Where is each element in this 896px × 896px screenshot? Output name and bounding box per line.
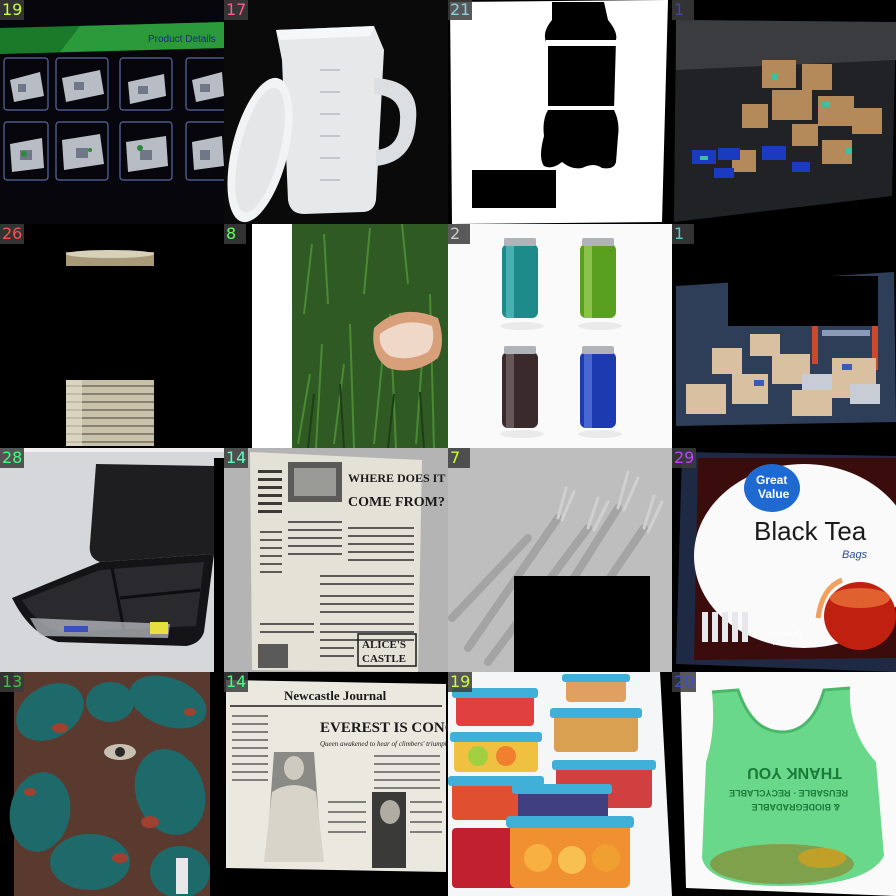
tin-can-image [0,224,224,448]
masthead: Newcastle Journal [284,688,387,703]
tile-number: 28 [0,448,25,468]
face-behind-leaves-image [0,672,224,896]
subheadline: Queen awakened to hear of climbers' triu… [320,740,448,748]
tile-number: 14 [224,672,249,692]
tile-cardboard-boxes[interactable]: 1 [672,0,896,224]
bag-text-3: & BIODEGRADABLE [751,802,840,812]
tile-number: 17 [224,0,249,20]
metal-cans-image [448,224,672,448]
tile-number: 2 [448,224,470,244]
clamshell-containers-image: Product Details [0,0,224,224]
plastic-forks-image [448,448,672,672]
headline: EVEREST IS CONQUERED [320,720,448,736]
old-newspaper-image: Newcastle Journal EVEREST IS CONQUERED Q… [224,672,448,896]
bottle-icon [448,0,672,224]
tile-number: 1 [672,0,694,20]
tile-number: 20 [672,672,697,692]
tile-number: 14 [224,448,249,468]
tile-tea-box[interactable]: Great Value Black Tea Bags Individually … [672,448,896,672]
tile-face-behind-leaves[interactable]: 13 [0,672,224,896]
tile-number: 1 [672,224,694,244]
green-bag-image: THANK YOU REUSABLE · RECYCLABLE & BIODEG… [672,672,896,896]
tile-newspaper[interactable]: WHERE DOES IT COME FROM? ALICE'S CASTLE … [224,448,448,672]
tea-note: Individually [768,631,803,638]
banner-text: Product Details [148,34,216,45]
tile-number: 19 [448,672,473,692]
tile-number: 19 [0,0,25,20]
tea-note-2: Wrapped [772,640,802,647]
tea-brand: Great [756,473,787,487]
tile-number: 7 [448,448,470,468]
tile-number: 21 [448,0,473,20]
tile-foam-takeout-box[interactable]: 28 [0,448,224,672]
tea-product-sub: Bags [842,549,868,561]
bag-text: THANK YOU [747,764,842,781]
tile-metal-cans[interactable]: 2 [448,224,672,448]
tea-brand-2: Value [758,487,790,501]
bag-text-2: REUSABLE · RECYCLABLE [729,788,848,798]
tile-bottle-icon[interactable]: 21 [448,0,672,224]
newspaper-box-text: ALICE'S [362,639,406,651]
tea-box-image: Great Value Black Tea Bags Individually … [672,448,896,672]
image-grid: Product Details 19 17 21 1 26 8 2 1 28 W… [0,0,896,896]
tile-number: 29 [672,448,697,468]
foam-takeout-box-image [0,448,224,672]
newspaper-headline: WHERE DOES IT [348,471,445,485]
tile-measuring-jug[interactable]: 17 [224,0,448,224]
tile-number: 13 [0,672,25,692]
tile-plastic-forks[interactable]: 7 [448,448,672,672]
warehouse-boxes-image [672,224,896,448]
newspaper-headline-2: COME FROM? [348,495,445,510]
food-containers-image [448,672,672,896]
cardboard-boxes-image [672,0,896,224]
eggshell-on-grass-image [224,224,448,448]
tile-eggshell-on-grass[interactable]: 8 [224,224,448,448]
tile-clamshell-containers[interactable]: Product Details 19 [0,0,224,224]
tile-tin-can[interactable]: 26 [0,224,224,448]
tile-old-newspaper[interactable]: Newcastle Journal EVEREST IS CONQUERED Q… [224,672,448,896]
tea-product: Black Tea [754,516,867,546]
tile-green-bag[interactable]: THANK YOU REUSABLE · RECYCLABLE & BIODEG… [672,672,896,896]
measuring-jug-image [224,0,448,224]
newspaper-box-text-2: CASTLE [362,653,406,665]
tile-warehouse-boxes[interactable]: 1 [672,224,896,448]
tile-number: 8 [224,224,246,244]
tile-number: 26 [0,224,25,244]
tile-food-containers[interactable]: 19 [448,672,672,896]
newspaper-image: WHERE DOES IT COME FROM? ALICE'S CASTLE [224,448,448,672]
